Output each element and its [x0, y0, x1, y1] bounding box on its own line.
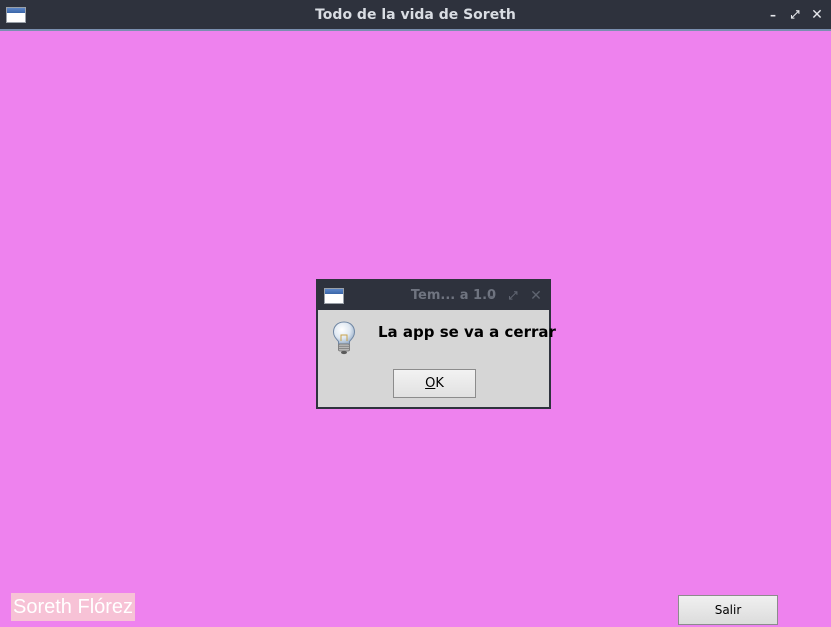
- title-bar[interactable]: Todo de la vida de Soreth – ⤢ ✕: [0, 0, 831, 31]
- name-label: Soreth Flórez: [11, 593, 136, 621]
- main-window: Todo de la vida de Soreth – ⤢ ✕ Tem... a…: [0, 0, 831, 627]
- dialog-minimize-button[interactable]: –: [482, 287, 500, 305]
- ok-button[interactable]: OK: [393, 369, 476, 398]
- dialog-close-button[interactable]: ✕: [527, 287, 545, 305]
- maximize-button[interactable]: ⤢: [786, 6, 804, 24]
- window-title: Todo de la vida de Soreth: [315, 7, 516, 23]
- dialog-message: La app se va a cerrar: [378, 323, 556, 341]
- dialog-maximize-button[interactable]: ⤢: [504, 287, 522, 305]
- message-dialog: Tem... a 1.0 – ⤢ ✕ La app se va a cerrar…: [316, 279, 556, 409]
- dialog-title-bar[interactable]: Tem... a 1.0 – ⤢ ✕: [318, 281, 549, 310]
- close-button[interactable]: ✕: [808, 6, 826, 24]
- ok-label-rest: K: [435, 376, 444, 391]
- minimize-button[interactable]: –: [764, 6, 782, 24]
- exit-button[interactable]: Salir: [678, 595, 778, 625]
- ok-mnemonic: O: [425, 376, 436, 391]
- lightbulb-icon: [332, 321, 356, 355]
